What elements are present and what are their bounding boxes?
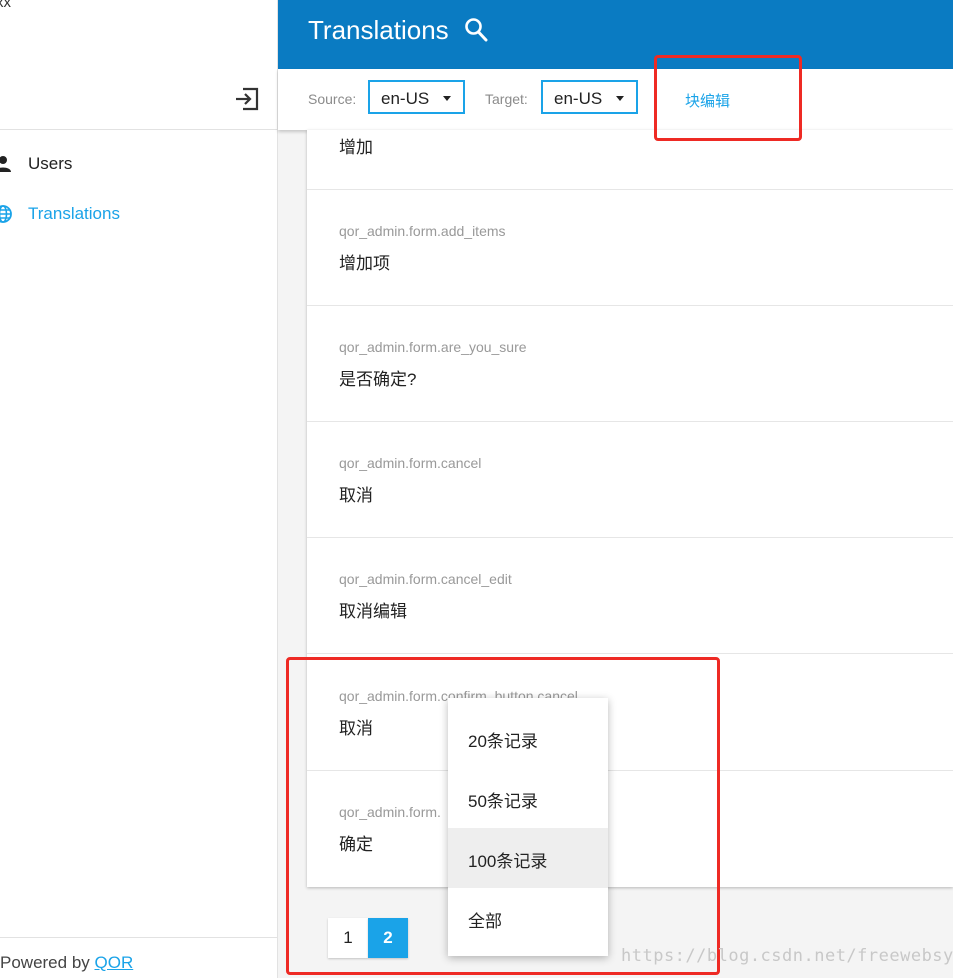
translation-value: 是否确定?: [339, 370, 417, 389]
list-item[interactable]: 增加: [307, 130, 953, 190]
watermark: https://blog.csdn.net/freewebsys: [621, 946, 953, 966]
translation-key: qor_admin.form.are_you_sure: [339, 339, 527, 355]
globe-icon: [0, 205, 12, 223]
user-icon: [0, 155, 12, 173]
toolbar: Source: en-US Target: en-US 块编辑: [278, 69, 953, 130]
user-name: xx: [0, 0, 11, 11]
sidebar-item-label: Users: [28, 154, 73, 173]
target-locale-value: en-US: [554, 89, 603, 108]
app-header: Translations: [278, 0, 953, 69]
translation-key: qor_admin.form.cancel: [339, 455, 482, 471]
qor-link[interactable]: QOR: [95, 953, 134, 972]
translation-value: 取消: [339, 486, 373, 505]
source-label: Source:: [308, 91, 357, 107]
footer-divider: [0, 937, 277, 938]
list-item[interactable]: qor_admin.form.cancel_edit 取消编辑: [307, 537, 953, 654]
translation-key: qor_admin.form.add_items: [339, 223, 506, 239]
list-item[interactable]: qor_admin.form.are_you_sure 是否确定?: [307, 305, 953, 422]
search-icon[interactable]: [464, 17, 488, 43]
translation-value: 取消编辑: [339, 602, 407, 621]
target-locale-select[interactable]: en-US: [541, 80, 638, 114]
sidebar: xx Users Translations Powered by Q: [0, 0, 278, 978]
list-item[interactable]: qor_admin.form.cancel 取消: [307, 421, 953, 538]
annotation-box-pagination: [286, 657, 720, 975]
translation-value: 增加: [339, 138, 373, 157]
sidebar-divider: [0, 129, 277, 130]
page-title: Translations: [308, 15, 449, 45]
footer: Powered by QOR: [0, 953, 133, 973]
annotation-box-bulk-edit: [654, 55, 802, 141]
footer-text: Powered by: [0, 953, 95, 972]
chevron-down-icon: [443, 96, 451, 101]
logout-icon[interactable]: [234, 87, 260, 111]
sidebar-item-label: Translations: [28, 204, 120, 223]
source-locale-select[interactable]: en-US: [368, 80, 465, 114]
target-label: Target:: [485, 91, 528, 107]
translation-key: qor_admin.form.cancel_edit: [339, 571, 512, 587]
list-item[interactable]: qor_admin.form.add_items 增加项: [307, 189, 953, 306]
translation-value: 增加项: [339, 254, 390, 273]
chevron-down-icon: [616, 96, 624, 101]
source-locale-value: en-US: [381, 89, 430, 108]
